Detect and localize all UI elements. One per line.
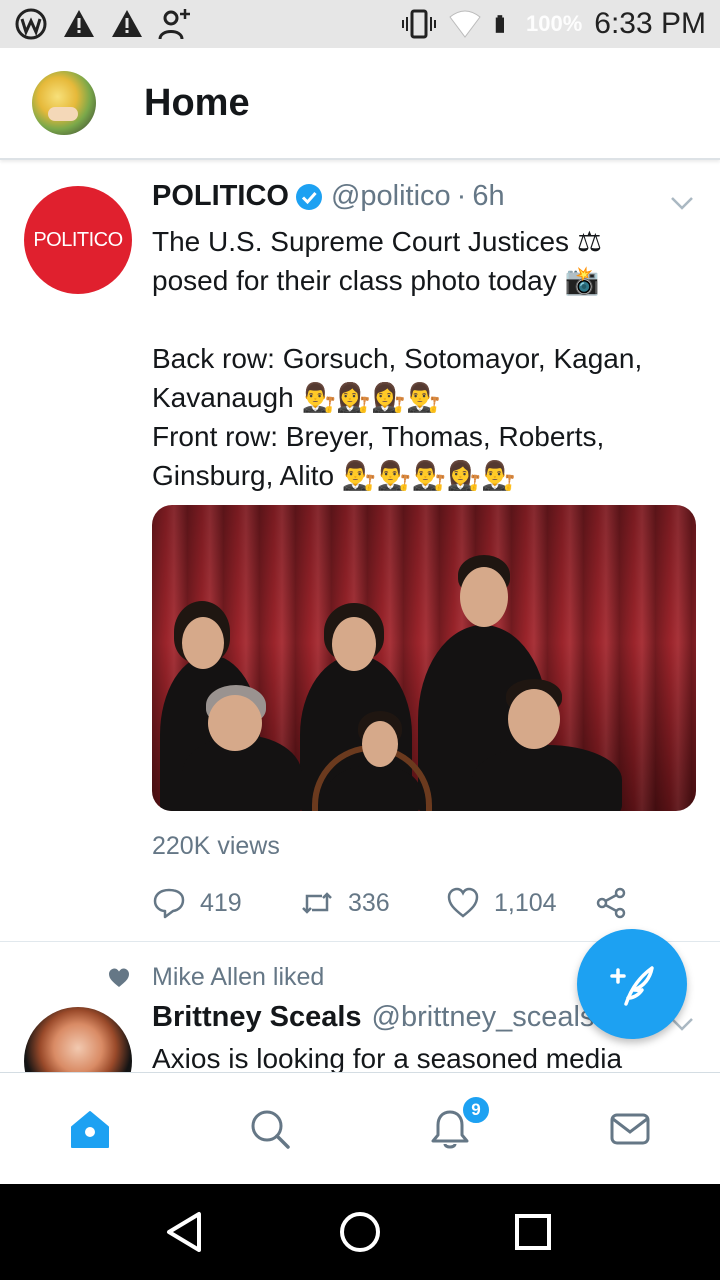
nav-home[interactable]	[0, 1073, 180, 1185]
chevron-down-icon[interactable]	[670, 196, 694, 210]
recents-icon[interactable]	[509, 1208, 557, 1256]
home-icon	[71, 1111, 109, 1148]
verified-badge-icon	[295, 183, 322, 210]
system-navigation-bar	[0, 1184, 720, 1280]
warning-icon	[64, 10, 94, 37]
author-name[interactable]: POLITICO	[152, 180, 289, 213]
tweet[interactable]: POLITICO POLITICO @politico · 6h The U.S…	[0, 160, 720, 942]
tweet-text: Axios is looking for a seasoned media	[152, 1043, 623, 1073]
notification-badge: 9	[461, 1095, 491, 1125]
heart-icon	[447, 887, 479, 918]
tweet-video[interactable]	[152, 505, 696, 811]
wifi-icon	[449, 10, 481, 38]
home-circle-icon[interactable]	[336, 1208, 384, 1256]
add-person-icon	[158, 9, 190, 40]
heart-filled-icon	[109, 968, 129, 987]
tweet-header: POLITICO @politico · 6h	[152, 180, 505, 213]
retweet-icon	[302, 892, 332, 914]
author-name[interactable]: Brittney Sceals	[152, 1001, 362, 1034]
profile-avatar[interactable]	[32, 71, 96, 135]
liked-by-text[interactable]: Mike Allen liked	[152, 963, 324, 992]
retweet-count: 336	[348, 888, 390, 917]
separator-dot: ·	[456, 180, 467, 212]
nav-messages[interactable]	[540, 1073, 720, 1185]
view-count: 220K views	[152, 832, 280, 860]
app-header: Home	[0, 48, 720, 160]
nav-search[interactable]	[180, 1073, 360, 1185]
like-count: 1,104	[494, 888, 557, 917]
reply-button[interactable]: 419	[152, 886, 300, 920]
bottom-navigation: 9	[0, 1072, 720, 1184]
author-avatar[interactable]	[24, 1007, 132, 1073]
share-icon	[596, 887, 626, 919]
status-bar: 100% 6:33 PM	[0, 0, 720, 48]
compose-tweet-button[interactable]	[577, 929, 687, 1039]
reply-count: 419	[200, 888, 242, 917]
battery-percentage: 100%	[525, 11, 583, 36]
back-icon[interactable]	[163, 1208, 211, 1256]
warning-icon	[112, 10, 142, 37]
vibrate-icon	[401, 9, 436, 39]
search-icon	[251, 1110, 290, 1149]
author-handle[interactable]: @brittney_sceals	[372, 1001, 595, 1034]
nav-notifications[interactable]: 9	[360, 1073, 540, 1185]
tweet-time: 6h	[472, 180, 505, 212]
like-button[interactable]: 1,104	[446, 886, 594, 920]
social-context: Mike Allen liked	[108, 963, 324, 992]
author-avatar[interactable]: POLITICO	[24, 186, 132, 294]
messages-icon	[610, 1113, 650, 1145]
tweet-header: Brittney Sceals @brittney_sceals	[152, 1001, 594, 1034]
wordpress-icon	[15, 8, 47, 40]
clock: 6:33 PM	[594, 7, 706, 40]
share-button[interactable]	[594, 886, 628, 920]
battery-icon	[495, 15, 504, 33]
tweet-actions: 419 336 1,104	[152, 886, 628, 920]
retweet-button[interactable]: 336	[300, 886, 446, 920]
page-title: Home	[144, 81, 250, 124]
tweet-text: The U.S. Supreme Court Justices ⚖ posed …	[152, 226, 643, 491]
reply-icon	[153, 888, 185, 919]
author-handle[interactable]: @politico	[331, 180, 451, 213]
compose-feather-icon	[610, 966, 654, 1006]
